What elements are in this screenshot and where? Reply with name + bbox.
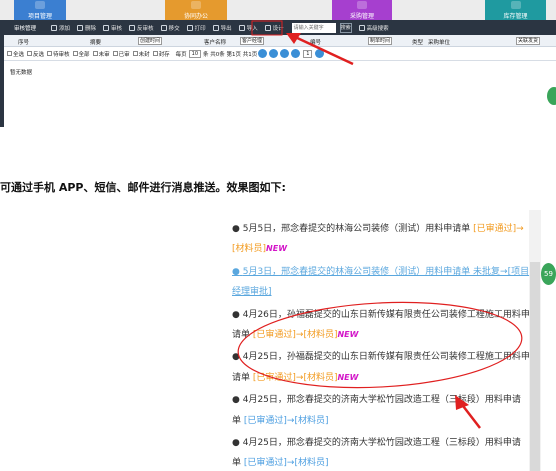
- notice-item-link-cont[interactable]: 经理审批]: [232, 284, 272, 297]
- search-input[interactable]: 请输入关键字: [291, 22, 336, 33]
- export-icon: [212, 24, 219, 31]
- empty-state: 暂无数据: [10, 70, 33, 76]
- app-screenshot: 项目管理 协同办公 采购管理 库存管理 审核管理 添加 删除 审核 反审核 移交…: [0, 0, 556, 127]
- design-button[interactable]: 设计: [264, 24, 284, 32]
- notice-item-cont: 单 [已审通过]→[材料员]: [232, 416, 329, 426]
- status-link[interactable]: [已审通过]→[材料员]: [244, 458, 329, 468]
- delete-icon: [77, 24, 84, 31]
- go-page-button[interactable]: [315, 49, 325, 58]
- sort-made-select[interactable]: 制单时间: [368, 37, 393, 45]
- col-summary: 摘要: [90, 40, 102, 46]
- select-all-checkbox[interactable]: [7, 51, 12, 56]
- pending-checkbox[interactable]: [47, 51, 53, 56]
- per-page-label: 每页: [175, 51, 187, 58]
- new-badge: NEW: [337, 330, 359, 339]
- col-unit: 采购单位: [428, 40, 451, 46]
- col-number: 编号: [310, 40, 322, 46]
- export-button[interactable]: 导出: [212, 24, 232, 32]
- import-icon: [238, 24, 245, 31]
- invert-checkbox[interactable]: [27, 51, 33, 56]
- magnifier-icon: [358, 24, 365, 31]
- module-office[interactable]: 协同办公: [165, 0, 227, 20]
- print-button[interactable]: 打印: [186, 24, 206, 32]
- module-purchase[interactable]: 采购管理: [332, 0, 392, 20]
- unreviewed-checkbox[interactable]: [92, 51, 98, 56]
- status-tag: [已审通过]→: [473, 224, 524, 234]
- float-chat-button[interactable]: [547, 87, 556, 105]
- next-page-button[interactable]: [280, 49, 290, 58]
- all-checkbox[interactable]: [72, 51, 78, 56]
- sort-created-select[interactable]: 创建时间: [138, 37, 163, 45]
- notice-item[interactable]: ● 4月25日，邢念春提交的济南大学松竹园改造工程（三标段）用料申请: [232, 392, 521, 405]
- sealed-checkbox[interactable]: [152, 51, 158, 56]
- module-inventory[interactable]: 库存管理: [485, 0, 546, 20]
- col-type: 类型: [412, 40, 424, 46]
- status-tag: [已审通过]→[材料员]: [252, 373, 338, 383]
- approve-button[interactable]: 审核: [103, 24, 122, 32]
- first-page-button[interactable]: [258, 49, 268, 58]
- table-header: 序号 摘要 创建时间 客户名称 客户经理 编号 制单时间 类型 采购单位 关联发…: [4, 35, 556, 47]
- notice-item-cont: [材料员]NEW: [232, 244, 288, 254]
- notice-item-cont: 请单 [已审通过]→[材料员]NEW: [232, 373, 359, 383]
- add-icon: [51, 24, 57, 31]
- transfer-button[interactable]: 移交: [160, 24, 180, 32]
- delete-button[interactable]: 删除: [77, 24, 96, 32]
- unapprove-button[interactable]: 反审核: [129, 24, 154, 32]
- notice-item[interactable]: ● 4月26日，孙福磊提交的山东日新传媒有限责任公司装修工程施工用料申: [232, 307, 530, 320]
- notice-item[interactable]: ● 5月5日，邢念春提交的林海公司装修（测试）用料申请单 [已审通过]→: [232, 221, 524, 234]
- notice-item-link[interactable]: ● 5月3日，邢念春提交的林海公司装修（测试）用料申请单 未批复→[项目: [232, 264, 529, 277]
- status-tag: [已审通过]→[材料员]: [252, 330, 338, 340]
- per-page-input[interactable]: 10: [188, 49, 202, 58]
- import-button[interactable]: 导入: [238, 24, 258, 32]
- new-badge: NEW: [266, 244, 288, 253]
- status-link[interactable]: [已审通过]→[材料员]: [244, 416, 329, 426]
- notice-item[interactable]: ● 4月25日，孙福磊提交的山东日新传媒有限责任公司装修工程施工用料申: [232, 349, 530, 362]
- toolbar: 审核管理 添加 删除 审核 反审核 移交 打印 导出 导入 设计 请输入关键字 …: [0, 20, 556, 35]
- page-input[interactable]: 1: [303, 49, 313, 58]
- related-shipping-select[interactable]: 关联发货: [516, 37, 541, 45]
- col-index: 序号: [18, 40, 30, 46]
- transfer-icon: [160, 24, 167, 31]
- scrollbar-thumb[interactable]: [530, 262, 540, 471]
- design-icon: [264, 24, 271, 31]
- new-badge: NEW: [337, 373, 359, 382]
- float-badge[interactable]: 59: [541, 263, 556, 285]
- module-bar: 项目管理 协同办公 采购管理 库存管理: [0, 0, 556, 20]
- sort-manager-select[interactable]: 客户经理: [240, 37, 265, 45]
- filter-bar: 全选 反选 待审核 全部 未审 已审 未封 封存 每页 10 条 共0条 第1页…: [4, 47, 556, 61]
- toolbar-title: 审核管理: [14, 25, 37, 32]
- notice-item[interactable]: ● 4月25日，邢念春提交的济南大学松竹园改造工程（三标段）用料申请: [232, 435, 521, 448]
- notice-item-cont: 单 [已审通过]→[材料员]: [232, 458, 329, 468]
- unapprove-icon: [129, 24, 136, 31]
- reviewed-checkbox[interactable]: [112, 51, 118, 56]
- unsealed-checkbox[interactable]: [132, 51, 138, 56]
- print-icon: [186, 24, 193, 31]
- search-button[interactable]: 搜索: [339, 22, 352, 33]
- last-page-button[interactable]: [291, 49, 301, 58]
- caption-text: 可通过手机 APP、短信、邮件进行消息推送。效果图如下:: [0, 181, 286, 194]
- notice-item-cont: 请单 [已审通过]→[材料员]NEW: [232, 330, 359, 340]
- add-button[interactable]: 添加: [51, 24, 70, 32]
- module-project[interactable]: 项目管理: [14, 0, 66, 20]
- approve-icon: [103, 24, 110, 31]
- advanced-search-button[interactable]: 高级搜索: [358, 24, 389, 32]
- col-customer: 客户名称: [204, 40, 227, 46]
- prev-page-button[interactable]: [269, 49, 279, 58]
- pager-info: 条 共0条 第1页 共1页: [203, 51, 258, 58]
